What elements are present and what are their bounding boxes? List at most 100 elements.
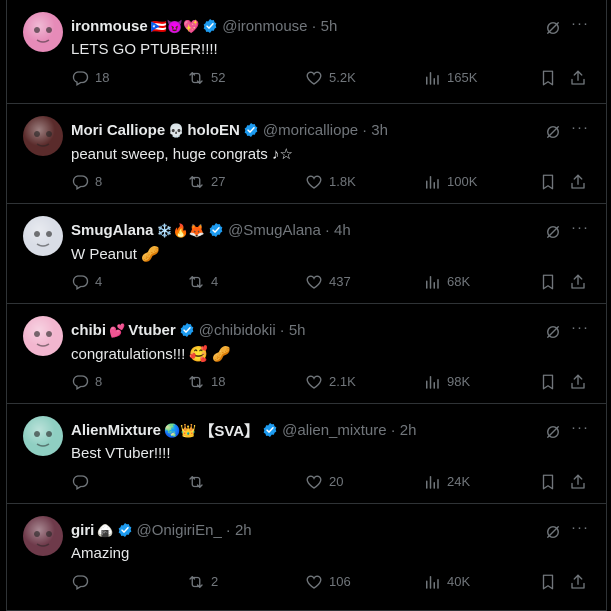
like-button[interactable]: 2.1K	[305, 373, 356, 391]
like-button[interactable]: 1.8K	[305, 173, 356, 191]
display-name[interactable]: ironmouse	[71, 18, 148, 35]
tweet-card[interactable]: chibi 💕 Vtuber @chibidokii · 5h ··· cong…	[7, 304, 606, 404]
tweet-time[interactable]: · 5h	[280, 322, 306, 339]
display-name-suffix[interactable]: holoEN	[187, 122, 240, 139]
tweet-text: W Peanut 🥜	[71, 246, 160, 263]
bookmark-button[interactable]	[539, 69, 563, 87]
repost-button[interactable]: 18	[187, 373, 225, 391]
avatar[interactable]	[23, 316, 63, 356]
tweet-time[interactable]: · 2h	[226, 522, 252, 539]
views-button[interactable]: 24K	[423, 473, 470, 491]
like-button[interactable]: 5.2K	[305, 69, 356, 87]
reply-icon	[71, 473, 95, 491]
tweet-time[interactable]: · 3h	[362, 122, 388, 139]
display-name-suffix[interactable]: Vtuber	[128, 322, 176, 339]
reply-count: 4	[95, 274, 103, 289]
more-options-icon[interactable]: ···	[570, 220, 590, 241]
repost-button[interactable]: 2	[187, 573, 218, 591]
like-button[interactable]: 20	[305, 473, 343, 491]
avatar[interactable]	[23, 12, 63, 52]
avatar[interactable]	[23, 416, 63, 456]
tweet-time[interactable]: · 4h	[325, 222, 351, 239]
display-name-suffix[interactable]: 【SVA】	[199, 420, 259, 441]
views-button[interactable]: 165K	[423, 69, 477, 87]
grok-icon[interactable]	[544, 423, 562, 441]
reply-button[interactable]: 4	[71, 273, 102, 291]
display-name[interactable]: SmugAlana	[71, 222, 154, 239]
user-handle[interactable]: @SmugAlana	[228, 222, 321, 239]
views-button[interactable]: 100K	[423, 173, 477, 191]
reply-button[interactable]: 18	[71, 69, 109, 87]
avatar[interactable]	[23, 116, 63, 156]
grok-icon[interactable]	[544, 223, 562, 241]
bookmark-icon	[539, 473, 563, 491]
display-name[interactable]: Mori Calliope	[71, 122, 165, 139]
bookmark-button[interactable]	[539, 273, 563, 291]
more-options-icon[interactable]: ···	[570, 320, 590, 341]
name-emoji: ❄️🔥🦊	[156, 222, 206, 238]
avatar[interactable]	[23, 216, 63, 256]
tweet-card[interactable]: giri 🍙 @OnigiriEn_ · 2h ··· Amazing 2 10…	[7, 504, 606, 611]
tweet-time[interactable]: · 2h	[391, 422, 417, 439]
repost-button[interactable]: 52	[187, 69, 225, 87]
display-name[interactable]: giri	[71, 522, 94, 539]
grok-icon[interactable]	[544, 19, 562, 37]
display-name[interactable]: chibi	[71, 322, 106, 339]
bookmark-button[interactable]	[539, 173, 563, 191]
bookmark-button[interactable]	[539, 573, 563, 591]
bar-chart-icon	[423, 273, 447, 291]
like-count: 437	[329, 274, 351, 289]
reply-button[interactable]	[71, 473, 95, 491]
reply-button[interactable]	[71, 573, 95, 591]
tweet-card[interactable]: AlienMixture 🌏👑 【SVA】 @alien_mixture · 2…	[7, 404, 606, 504]
tweet-time[interactable]: · 5h	[312, 18, 338, 35]
share-button[interactable]	[569, 373, 593, 391]
grok-icon[interactable]	[544, 323, 562, 341]
avatar[interactable]	[23, 516, 63, 556]
display-name[interactable]: AlienMixture	[71, 422, 161, 439]
reply-count: 8	[95, 374, 103, 389]
user-handle[interactable]: @ironmouse	[222, 18, 307, 35]
verified-badge-icon	[117, 522, 133, 538]
views-button[interactable]: 68K	[423, 273, 470, 291]
name-emoji: 🇵🇷😈💖	[150, 18, 200, 34]
avatar-art	[34, 531, 52, 547]
tweet-card[interactable]: SmugAlana ❄️🔥🦊 @SmugAlana · 4h ··· W Pea…	[7, 204, 606, 304]
tweet-card[interactable]: Mori Calliope 💀 holoEN @moricalliope · 3…	[7, 104, 606, 204]
share-button[interactable]	[569, 273, 593, 291]
heart-icon	[305, 69, 329, 87]
view-count: 165K	[447, 70, 478, 85]
more-options-icon[interactable]: ···	[570, 16, 590, 37]
repost-icon	[187, 69, 211, 87]
tweet-header: giri 🍙 @OnigiriEn_ · 2h	[71, 520, 252, 540]
share-button[interactable]	[569, 173, 593, 191]
user-handle[interactable]: @alien_mixture	[282, 422, 386, 439]
bookmark-button[interactable]	[539, 473, 563, 491]
share-button[interactable]	[569, 69, 593, 87]
like-count: 1.8K	[329, 174, 356, 189]
like-button[interactable]: 437	[305, 273, 351, 291]
user-handle[interactable]: @chibidokii	[199, 322, 276, 339]
repost-button[interactable]: 27	[187, 173, 225, 191]
more-options-icon[interactable]: ···	[570, 520, 590, 541]
user-handle[interactable]: @moricalliope	[263, 122, 358, 139]
like-button[interactable]: 106	[305, 573, 351, 591]
more-options-icon[interactable]: ···	[570, 120, 590, 141]
share-icon	[569, 273, 593, 291]
share-button[interactable]	[569, 473, 593, 491]
bookmark-button[interactable]	[539, 373, 563, 391]
grok-icon[interactable]	[544, 523, 562, 541]
reply-button[interactable]: 8	[71, 373, 102, 391]
repost-button[interactable]	[187, 473, 211, 491]
repost-icon	[187, 473, 211, 491]
share-button[interactable]	[569, 573, 593, 591]
tweet-header: AlienMixture 🌏👑 【SVA】 @alien_mixture · 2…	[71, 420, 416, 440]
tweet-card[interactable]: ironmouse 🇵🇷😈💖 @ironmouse · 5h ··· LETS …	[7, 0, 606, 104]
reply-button[interactable]: 8	[71, 173, 102, 191]
views-button[interactable]: 40K	[423, 573, 470, 591]
grok-icon[interactable]	[544, 123, 562, 141]
repost-button[interactable]: 4	[187, 273, 218, 291]
views-button[interactable]: 98K	[423, 373, 470, 391]
more-options-icon[interactable]: ···	[570, 420, 590, 441]
user-handle[interactable]: @OnigiriEn_	[137, 522, 222, 539]
